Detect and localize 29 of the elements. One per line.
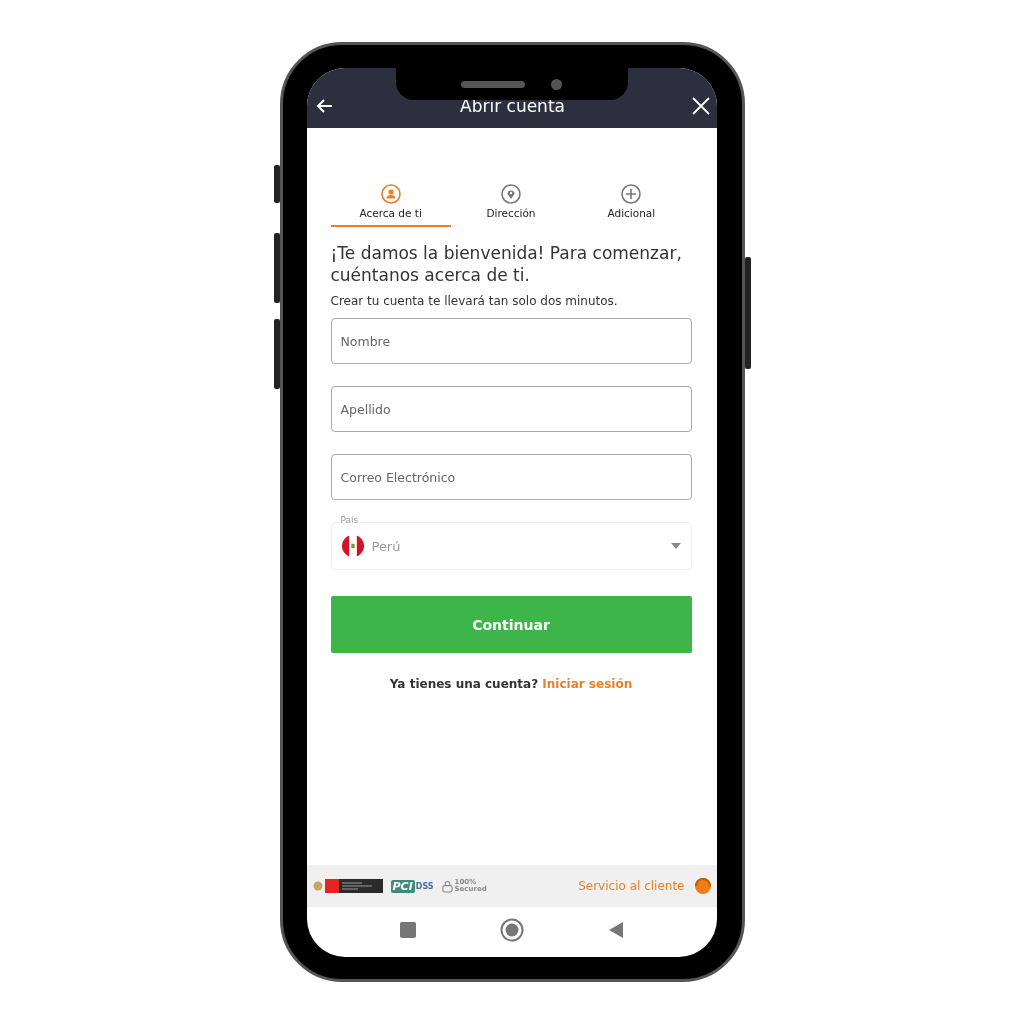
login-link[interactable]: Iniciar sesión (542, 677, 633, 691)
customer-service-link[interactable]: Servicio al cliente (578, 879, 685, 893)
plus-icon (621, 184, 642, 204)
country-value: Perú (371, 538, 402, 554)
login-prompt: Ya tienes una cuenta? (389, 677, 539, 691)
step-tab[interactable]: Dirección (450, 184, 572, 227)
recents-icon[interactable] (397, 920, 418, 940)
speaker-icon (461, 80, 525, 88)
flag-icon (341, 535, 364, 557)
input-field[interactable]: Correo Electrónico (330, 454, 692, 500)
input-field[interactable]: Apellido (330, 386, 692, 432)
home-icon[interactable] (499, 918, 524, 942)
subtitle: Crear tu cuenta te llevará tan solo dos minutos. (330, 294, 619, 308)
continue-button[interactable]: Continuar (330, 596, 692, 653)
field-label: País (338, 515, 361, 525)
camera-icon (551, 78, 562, 90)
welcome-heading: ¡Te damos la bienvenida! Para comenzar, cuéntanos acerca de ti. (330, 242, 683, 286)
caret-icon (670, 543, 681, 549)
person-icon (380, 184, 401, 204)
lock-icon (441, 879, 453, 893)
location-pin-icon (501, 184, 521, 204)
dss-label: DSS (415, 881, 434, 891)
step-tab[interactable]: Adicional (571, 184, 692, 227)
input-field[interactable]: Nombre (330, 318, 692, 364)
country-select[interactable]: Perú (330, 522, 692, 570)
pci-logo: PCI (390, 879, 415, 893)
ministry-logo-drawing (312, 878, 383, 894)
close-icon[interactable] (690, 96, 711, 116)
step-tab[interactable]: Acerca de ti (330, 184, 451, 227)
